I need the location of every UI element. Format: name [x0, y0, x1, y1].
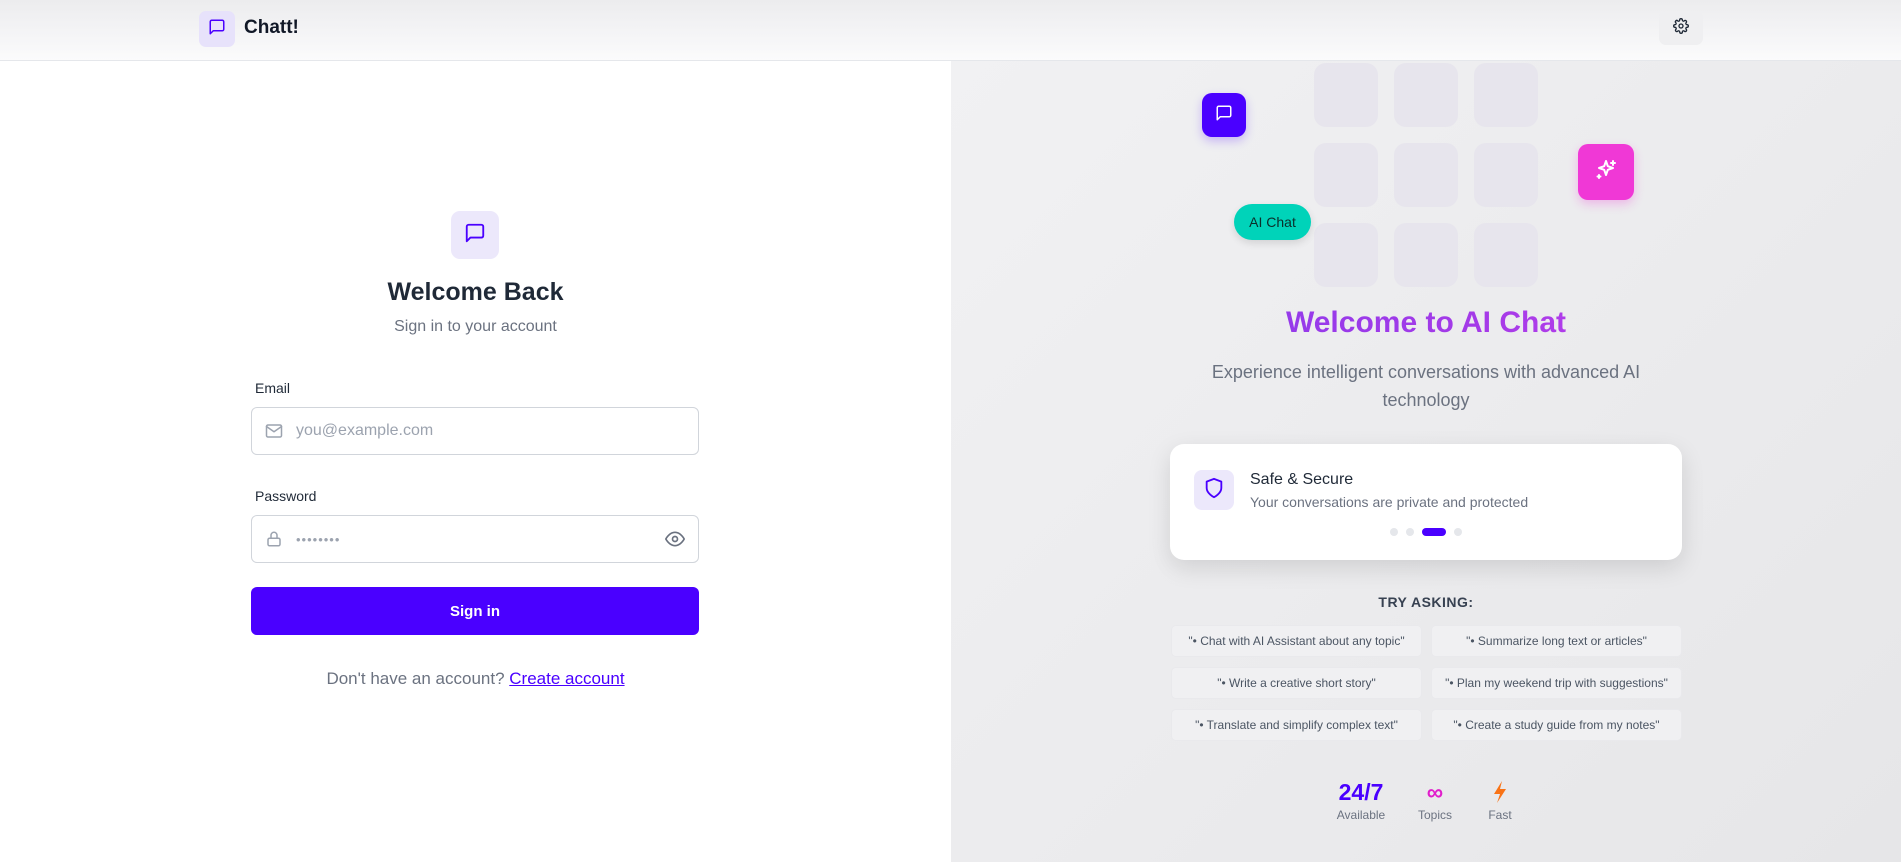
stat-value: 24/7	[1338, 778, 1384, 805]
stat-available: 24/7 Available	[1330, 778, 1392, 823]
grid-tile	[1474, 63, 1538, 127]
login-panel	[0, 61, 951, 862]
lock-icon	[264, 529, 284, 549]
shield-icon	[1203, 477, 1225, 504]
signup-prompt: Don't have an account? Create account	[0, 669, 951, 689]
stat-fast: Fast	[1478, 778, 1522, 822]
lightning-icon	[1478, 778, 1522, 806]
grid-tile	[1314, 223, 1378, 287]
eye-icon[interactable]	[664, 528, 686, 550]
grid-tile	[1474, 223, 1538, 287]
brand-logo[interactable]	[199, 11, 235, 47]
message-square-icon	[464, 222, 486, 249]
stat-value: ∞	[1426, 778, 1444, 805]
stat-label: Available	[1336, 808, 1386, 822]
floating-chat-badge	[1202, 93, 1246, 137]
login-subtitle: Sign in to your account	[394, 318, 557, 335]
login-title: Welcome Back	[387, 278, 564, 306]
grid-tile	[1394, 143, 1458, 207]
feature-icon-box	[1194, 470, 1234, 510]
suggestion-chip[interactable]: "• Chat with AI Assistant about any topi…	[1171, 625, 1422, 657]
mail-icon	[264, 421, 284, 441]
suggestion-chip[interactable]: "• Plan my weekend trip with suggestions…	[1431, 667, 1682, 699]
stat-label: Fast	[1488, 808, 1512, 822]
top-navbar: Chatt!	[0, 0, 1901, 61]
carousel-dot-active[interactable]	[1422, 528, 1446, 536]
password-label: Password	[255, 488, 317, 504]
sign-in-button[interactable]: Sign in	[251, 587, 699, 635]
no-account-text: Don't have an account?	[326, 669, 505, 688]
hero-subtitle: Experience intelligent conversations wit…	[1211, 362, 1641, 410]
carousel-dot[interactable]	[1454, 528, 1462, 536]
carousel-dot[interactable]	[1390, 528, 1398, 536]
email-label: Email	[255, 380, 291, 396]
sparkles-icon	[1594, 158, 1618, 187]
grid-tile	[1314, 63, 1378, 127]
suggestion-chip[interactable]: "• Summarize long text or articles"	[1431, 625, 1682, 657]
carousel-dots	[1170, 528, 1682, 536]
try-asking-label: TRY ASKING:	[1378, 594, 1474, 610]
suggestion-chip[interactable]: "• Write a creative short story"	[1171, 667, 1422, 699]
feature-title: Safe & Secure	[1250, 471, 1354, 488]
password-input[interactable]	[296, 516, 664, 562]
floating-sparkle-badge	[1578, 144, 1634, 200]
grid-tile	[1474, 143, 1538, 207]
password-field[interactable]	[251, 515, 699, 563]
feature-carousel-card: Safe & Secure Your conversations are pri…	[1170, 444, 1682, 560]
suggestion-chip[interactable]: "• Create a study guide from my notes"	[1431, 709, 1682, 741]
login-logo	[451, 211, 499, 259]
gear-icon	[1673, 17, 1689, 39]
carousel-dot[interactable]	[1406, 528, 1414, 536]
brand-name[interactable]: Chatt!	[244, 17, 299, 39]
ai-chat-pill: AI Chat	[1234, 204, 1311, 240]
email-field[interactable]	[251, 407, 699, 455]
suggestion-chip[interactable]: "• Translate and simplify complex text"	[1171, 709, 1422, 741]
feature-description: Your conversations are private and prote…	[1250, 494, 1529, 510]
grid-tile	[1394, 63, 1458, 127]
stat-topics: ∞ Topics	[1410, 778, 1460, 823]
email-input[interactable]	[296, 408, 698, 454]
hero-title: Welcome to AI Chat	[951, 306, 1901, 340]
create-account-link[interactable]: Create account	[509, 669, 624, 688]
settings-button[interactable]	[1659, 11, 1703, 45]
grid-tile	[1394, 223, 1458, 287]
stat-label: Topics	[1417, 808, 1452, 822]
grid-tile	[1314, 143, 1378, 207]
message-square-icon	[1215, 104, 1233, 127]
message-square-icon	[208, 18, 226, 41]
